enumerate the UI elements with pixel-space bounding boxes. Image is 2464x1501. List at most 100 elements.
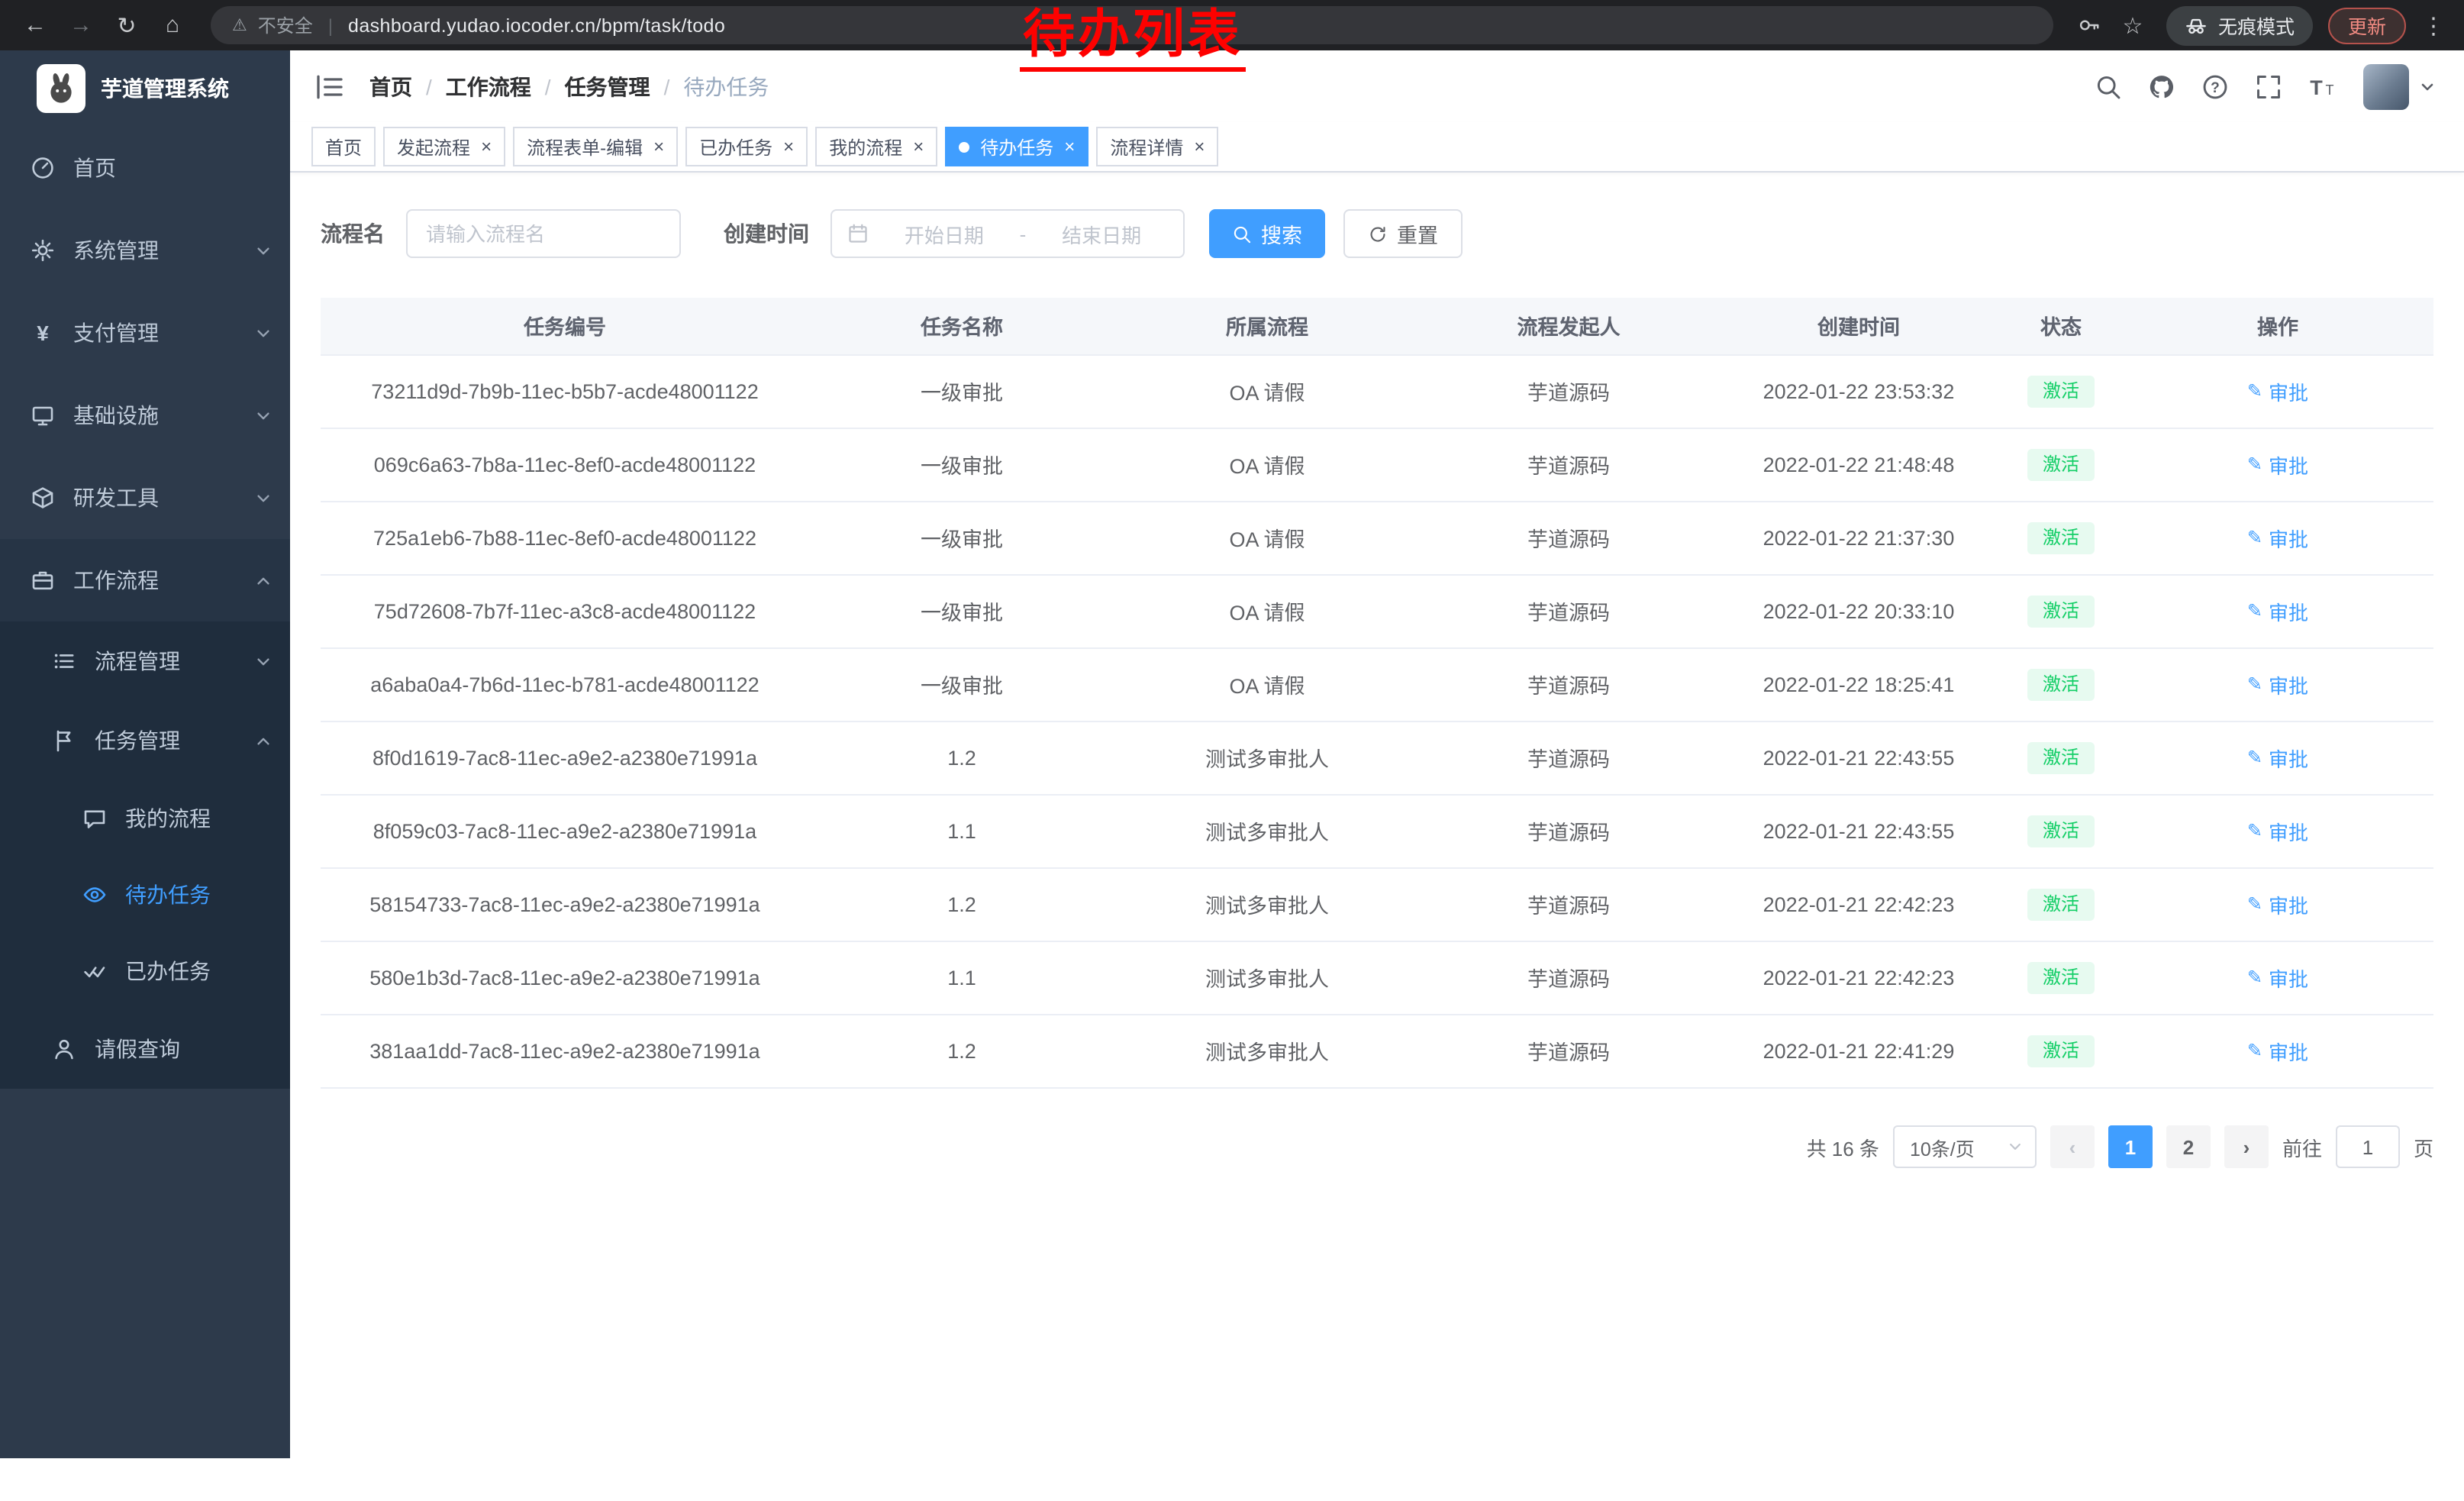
approve-link[interactable]: ✎审批 xyxy=(2247,670,2308,699)
cell-task-name: 1.2 xyxy=(809,721,1114,794)
approve-link-label: 审批 xyxy=(2269,376,2308,405)
cell-initiator: 芋道源码 xyxy=(1420,721,1717,794)
goto-suffix: 页 xyxy=(2414,1132,2433,1161)
sidebar-item-label: 研发工具 xyxy=(73,483,237,513)
sidebar-item-home[interactable]: 首页 xyxy=(0,127,290,209)
security-label[interactable]: 不安全 xyxy=(258,12,313,38)
date-range-input[interactable]: 开始日期 - 结束日期 xyxy=(830,209,1185,258)
sidebar-item-payment[interactable]: ¥ 支付管理 xyxy=(0,292,290,374)
eye-icon xyxy=(82,883,107,907)
sidebar-toggle-icon[interactable] xyxy=(314,71,345,102)
github-icon[interactable] xyxy=(2148,73,2175,100)
breadcrumb-current: 待办任务 xyxy=(683,71,769,102)
fullscreen-icon[interactable] xyxy=(2255,73,2282,100)
breadcrumb-task-mgmt[interactable]: 任务管理 xyxy=(565,71,650,102)
edit-icon: ✎ xyxy=(2247,600,2262,621)
total-count: 共 16 条 xyxy=(1807,1132,1879,1161)
status-badge: 激活 xyxy=(2027,1035,2095,1067)
sidebar-item-process-mgmt[interactable]: 流程管理 xyxy=(0,621,290,701)
key-extension-icon[interactable] xyxy=(2072,7,2108,44)
app-logo[interactable]: 芋道管理系统 xyxy=(0,50,290,127)
browser-home-button[interactable]: ⌂ xyxy=(153,5,192,45)
approve-link[interactable]: ✎审批 xyxy=(2247,523,2308,552)
close-icon[interactable]: × xyxy=(913,137,924,156)
sidebar-item-system[interactable]: 系统管理 xyxy=(0,209,290,292)
chevron-down-icon xyxy=(255,242,272,259)
cell-created-time: 2022-01-22 21:37:30 xyxy=(1717,501,2000,574)
close-icon[interactable]: × xyxy=(1064,137,1075,156)
search-button[interactable]: 搜索 xyxy=(1209,209,1325,258)
page-size-select[interactable]: 10条/页 xyxy=(1893,1125,2037,1168)
approve-link[interactable]: ✎审批 xyxy=(2247,743,2308,772)
next-page-button[interactable]: › xyxy=(2224,1125,2269,1168)
cell-task-name: 1.1 xyxy=(809,794,1114,867)
prev-page-button[interactable]: ‹ xyxy=(2050,1125,2095,1168)
tab-process-detail[interactable]: 流程详情× xyxy=(1096,127,1218,166)
date-range-separator: - xyxy=(1020,222,1027,245)
home-icon: ⌂ xyxy=(166,12,179,38)
process-name-input[interactable] xyxy=(406,209,681,258)
approve-link[interactable]: ✎ 审批 xyxy=(2247,376,2308,405)
url-text: dashboard.yudao.iocoder.cn/bpm/task/todo xyxy=(348,15,725,36)
close-icon[interactable]: × xyxy=(481,137,492,156)
sidebar-item-leave-query[interactable]: 请假查询 xyxy=(0,1009,290,1089)
sidebar-item-todo-tasks[interactable]: 待办任务 xyxy=(0,857,290,933)
table-row: 58154733-7ac8-11ec-a9e2-a2380e71991a 1.2… xyxy=(321,867,2433,941)
cell-process: 测试多审批人 xyxy=(1114,794,1420,867)
approve-link[interactable]: ✎审批 xyxy=(2247,450,2308,479)
sidebar-item-label: 已办任务 xyxy=(125,956,272,986)
sidebar-item-infra[interactable]: 基础设施 xyxy=(0,374,290,457)
chevron-down-icon xyxy=(255,324,272,341)
cell-actions: ✎审批 xyxy=(2122,1014,2433,1087)
approve-link[interactable]: ✎审批 xyxy=(2247,596,2308,625)
cell-status: 激活 xyxy=(2000,1014,2122,1087)
approve-link[interactable]: ✎审批 xyxy=(2247,889,2308,918)
gear-icon xyxy=(31,238,55,263)
update-button[interactable]: 更新 xyxy=(2328,7,2406,44)
edit-icon: ✎ xyxy=(2247,380,2262,402)
browser-back-button[interactable]: ← xyxy=(15,5,55,45)
close-icon[interactable]: × xyxy=(653,137,664,156)
browser-menu-icon[interactable]: ⋮ xyxy=(2418,11,2449,39)
page-2-button[interactable]: 2 xyxy=(2166,1125,2211,1168)
chevron-down-icon xyxy=(255,653,272,670)
breadcrumb-home[interactable]: 首页 xyxy=(369,71,412,102)
tab-form-edit[interactable]: 流程表单-编辑× xyxy=(513,127,678,166)
approve-link[interactable]: ✎审批 xyxy=(2247,816,2308,845)
sidebar-item-task-mgmt[interactable]: 任务管理 xyxy=(0,701,290,780)
browser-reload-button[interactable]: ↻ xyxy=(107,5,147,45)
bookmark-star-icon[interactable]: ☆ xyxy=(2114,7,2151,44)
cell-initiator: 芋道源码 xyxy=(1420,574,1717,647)
sidebar-item-done-tasks[interactable]: 已办任务 xyxy=(0,933,290,1009)
breadcrumb-workflow[interactable]: 工作流程 xyxy=(446,71,531,102)
search-icon[interactable] xyxy=(2095,73,2122,100)
tab-done-tasks[interactable]: 已办任务× xyxy=(685,127,808,166)
reset-button[interactable]: 重置 xyxy=(1343,209,1463,258)
app-title: 芋道管理系统 xyxy=(101,73,229,104)
sidebar-item-my-process[interactable]: 我的流程 xyxy=(0,780,290,857)
approve-link[interactable]: ✎审批 xyxy=(2247,963,2308,992)
sidebar-item-devtools[interactable]: 研发工具 xyxy=(0,457,290,539)
tab-initiate-process[interactable]: 发起流程× xyxy=(383,127,505,166)
goto-page-input[interactable] xyxy=(2336,1125,2400,1168)
tab-todo-tasks[interactable]: 待办任务× xyxy=(945,127,1088,166)
close-icon[interactable]: × xyxy=(1194,137,1205,156)
approve-link[interactable]: ✎审批 xyxy=(2247,1036,2308,1065)
close-icon[interactable]: × xyxy=(783,137,794,156)
table-row: 8f059c03-7ac8-11ec-a9e2-a2380e71991a 1.1… xyxy=(321,794,2433,867)
tab-home[interactable]: 首页 xyxy=(311,127,376,166)
logo-image xyxy=(37,64,85,113)
page-1-button[interactable]: 1 xyxy=(2108,1125,2153,1168)
table-row: a6aba0a4-7b6d-11ec-b781-acde48001122 一级审… xyxy=(321,647,2433,721)
status-badge: 激活 xyxy=(2027,595,2095,627)
sidebar-item-workflow[interactable]: 工作流程 xyxy=(0,539,290,621)
cell-actions: ✎审批 xyxy=(2122,501,2433,574)
help-icon[interactable]: ? xyxy=(2201,73,2229,100)
browser-forward-button[interactable]: → xyxy=(61,5,101,45)
cell-actions: ✎审批 xyxy=(2122,574,2433,647)
avatar-caret-icon[interactable] xyxy=(2418,77,2437,95)
avatar[interactable] xyxy=(2363,63,2409,109)
col-created-time: 创建时间 xyxy=(1717,298,2000,354)
tab-my-process[interactable]: 我的流程× xyxy=(815,127,937,166)
font-size-icon[interactable]: TT xyxy=(2308,73,2336,100)
